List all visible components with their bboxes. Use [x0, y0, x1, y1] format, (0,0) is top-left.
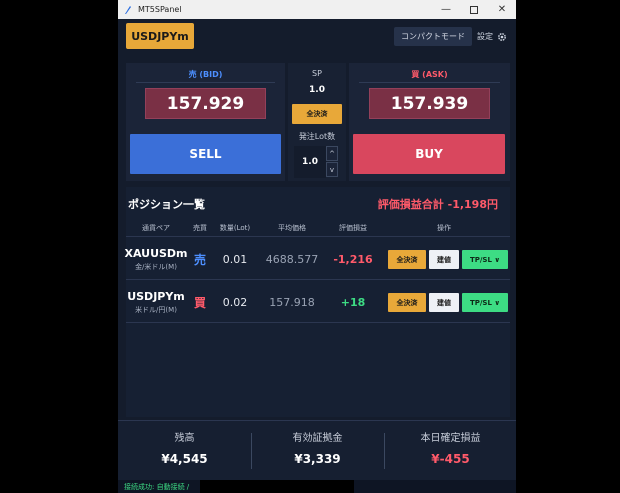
cell-qty: 0.02 [222, 295, 248, 309]
window-title: MT5SPanel [138, 5, 182, 14]
settings-button[interactable]: 設定 [477, 27, 507, 46]
cell-qty: 0.01 [222, 252, 248, 266]
cell-side: 売 [193, 252, 206, 267]
symbol-name: USDJPYm [127, 289, 185, 303]
table-row: USDJPYm 米ドル/円(M) 買 0.02 157.918 +18 全決済 … [126, 281, 510, 323]
table-row: XAUUSDm 金/米ドル(M) 売 0.01 4688.577 -1,216 … [124, 238, 510, 280]
col-header-qty: 数量(Lot) [219, 223, 251, 232]
spread-label: SP [312, 69, 322, 78]
maximize-icon [470, 5, 478, 14]
col-header-pair: 通貨ペア [142, 223, 170, 232]
realized-section: 本日確定損益 ¥-455 [384, 429, 516, 473]
balance-label: 残高 [174, 433, 195, 444]
app-window: MT5SPanel — ✕ USDJPYm コンパクトモード 設定 売 (BID… [118, 0, 516, 493]
buy-button[interactable]: BUY [353, 134, 505, 174]
ask-panel: 買 (ASK) 157.939 BUY [349, 63, 510, 181]
symbol-description: 米ドル/円(M) [135, 305, 177, 314]
cell-symbol: USDJPYm 米ドル/円(M) [126, 281, 186, 323]
col-header-avg: 平均価格 [278, 223, 306, 232]
margin-section: 有効証拠金 ¥3,339 [251, 429, 384, 473]
close-all-button[interactable]: 全決済 [292, 104, 342, 124]
lot-increase-button[interactable]: ^ [326, 146, 338, 161]
positions-table-header: 通貨ペア 売買 数量(Lot) 平均価格 評価損益 操作 [126, 219, 510, 237]
breakeven-button[interactable]: 建値 [429, 293, 459, 312]
bid-panel: 売 (BID) 157.929 SELL [126, 63, 285, 181]
balance-value: ¥4,545 [161, 452, 208, 466]
realized-label: 本日確定損益 [420, 433, 481, 444]
status-text: 接続成功: 自動接続 / [124, 482, 190, 491]
spread-value: 1.0 [309, 85, 325, 95]
chevron-down-icon: v [329, 165, 335, 174]
cell-avg-price: 4688.577 [265, 252, 319, 266]
balance-section: 残高 ¥4,545 [118, 429, 251, 473]
symbol-description: 金/米ドル(M) [135, 262, 177, 271]
cell-pnl: -1,216 [333, 252, 373, 266]
col-header-actions: 操作 [437, 223, 451, 232]
chevron-up-icon: ^ [329, 149, 335, 158]
symbol-name: XAUUSDm [124, 246, 188, 260]
cell-side: 買 [193, 295, 206, 310]
lot-label: 発注Lot数 [298, 132, 336, 141]
bid-price: 157.929 [145, 88, 266, 119]
positions-title: ポジション一覧 [128, 198, 205, 211]
close-window-button[interactable]: ✕ [488, 0, 516, 19]
maximize-button[interactable] [460, 0, 488, 19]
compact-mode-button[interactable]: コンパクトモード [394, 27, 472, 46]
settings-label: 設定 [477, 32, 493, 41]
close-position-button[interactable]: 全決済 [388, 293, 426, 312]
minimize-button[interactable]: — [432, 0, 460, 19]
bid-label: 売 (BID) [188, 70, 223, 79]
title-bar[interactable]: MT5SPanel — ✕ [118, 0, 516, 19]
gear-icon [498, 32, 506, 41]
close-icon: ✕ [497, 4, 507, 15]
account-summary: 残高 ¥4,545 有効証拠金 ¥3,339 本日確定損益 ¥-455 [118, 420, 516, 480]
tpsl-button[interactable]: TP/SL ∨ [462, 293, 508, 312]
margin-label: 有効証拠金 [292, 433, 343, 444]
col-header-side: 売買 [193, 223, 207, 232]
col-header-pnl: 評価損益 [339, 223, 367, 232]
symbol-button[interactable]: USDJPYm [126, 23, 194, 49]
redacted-area [200, 480, 354, 493]
realized-value: ¥-455 [431, 452, 470, 466]
breakeven-button[interactable]: 建値 [429, 250, 459, 269]
sell-button[interactable]: SELL [130, 134, 281, 174]
ask-price: 157.939 [369, 88, 490, 119]
ask-label: 買 (ASK) [411, 70, 448, 79]
pnl-total: 評価損益合計 -1,198円 [377, 198, 498, 211]
lot-input[interactable]: 1.0 [294, 146, 326, 178]
cell-pnl: +18 [340, 295, 366, 309]
close-position-button[interactable]: 全決済 [388, 250, 426, 269]
cell-avg-price: 157.918 [269, 295, 315, 309]
minimize-icon: — [441, 4, 451, 15]
cell-symbol: XAUUSDm 金/米ドル(M) [124, 238, 188, 280]
margin-value: ¥3,339 [294, 452, 341, 466]
lot-decrease-button[interactable]: v [326, 162, 338, 177]
tpsl-button[interactable]: TP/SL ∨ [462, 250, 508, 269]
app-icon [125, 5, 131, 14]
